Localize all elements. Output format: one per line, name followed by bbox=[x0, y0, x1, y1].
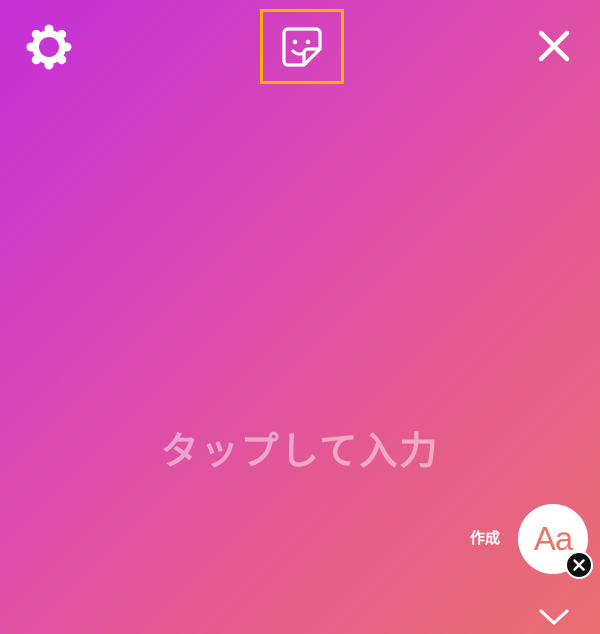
gear-icon bbox=[26, 24, 72, 70]
settings-button[interactable] bbox=[24, 22, 74, 72]
close-button[interactable] bbox=[530, 22, 578, 70]
sticker-icon bbox=[282, 26, 322, 67]
font-style-label: Aa bbox=[533, 520, 573, 557]
chevron-down-icon bbox=[539, 609, 569, 625]
create-label: 作成 bbox=[469, 529, 500, 547]
sticker-button[interactable] bbox=[260, 9, 344, 84]
close-icon bbox=[538, 30, 570, 62]
remove-text-button[interactable] bbox=[565, 551, 593, 579]
close-icon bbox=[573, 559, 585, 571]
story-canvas[interactable]: タップして入力 作成 Aa bbox=[0, 0, 600, 634]
collapse-button[interactable] bbox=[536, 604, 572, 630]
text-input-placeholder[interactable]: タップして入力 bbox=[0, 420, 600, 475]
